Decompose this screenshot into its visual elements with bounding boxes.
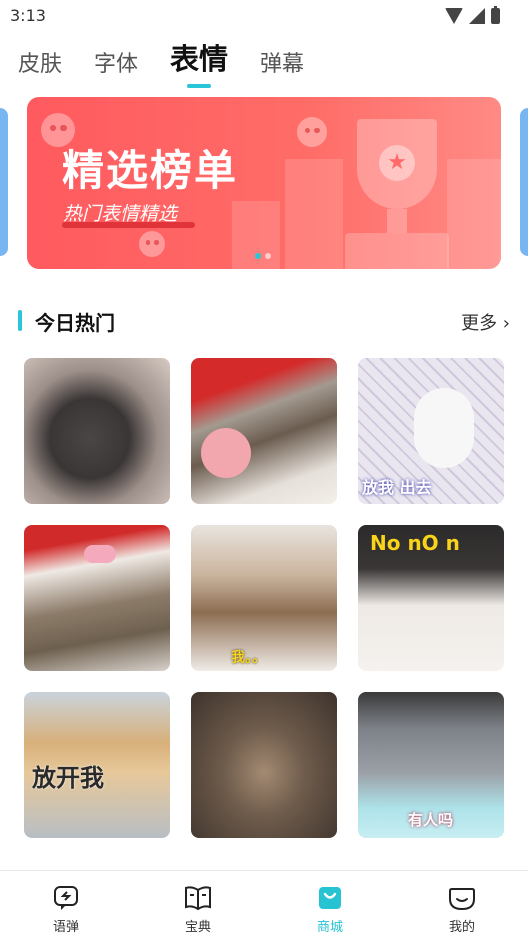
nav-label: 语弹: [52, 920, 79, 935]
banner-subtitle: 热门表情精选: [63, 203, 178, 225]
sticker-tile[interactable]: 有人吗: [358, 692, 504, 838]
sticker-tile[interactable]: [24, 525, 170, 671]
more-link[interactable]: 更多 ›: [461, 309, 510, 335]
banner-next-peek[interactable]: [520, 108, 528, 256]
sticker-tile[interactable]: [191, 358, 337, 504]
sticker-tile[interactable]: No nO n: [358, 525, 504, 671]
banner-decor-bar: [285, 159, 343, 269]
emoji-face-icon: [139, 231, 165, 257]
carousel-dot: [255, 253, 261, 259]
tab-danmaku[interactable]: 弹幕: [260, 46, 304, 88]
star-icon: ★: [379, 145, 415, 181]
trophy-stem: [387, 209, 407, 233]
sticker-caption: 放开我: [32, 764, 104, 792]
sticker-tile[interactable]: 放开我: [24, 692, 170, 838]
tab-sticker[interactable]: 表情: [170, 36, 228, 88]
tab-font[interactable]: 字体: [94, 46, 138, 88]
book-icon: [184, 885, 212, 911]
sticker-caption: 我。。: [231, 650, 266, 666]
flower-shape: [201, 428, 251, 478]
sticker-caption: No nO n: [370, 531, 460, 555]
bottom-navigation: 语弹 宝典 商城 我的: [0, 870, 528, 940]
sticker-tile[interactable]: [24, 358, 170, 504]
sticker-tile[interactable]: [191, 692, 337, 838]
nav-label: 商城: [316, 920, 343, 935]
status-time: 3:13: [10, 6, 46, 25]
sticker-caption: 有人吗: [408, 811, 454, 829]
nav-label: 宝典: [184, 920, 211, 935]
dog-shape: [414, 388, 474, 468]
nav-item-baodian[interactable]: 宝典: [132, 871, 264, 940]
sticker-tile[interactable]: 放我 出去: [358, 358, 504, 504]
category-tabs: 皮肤 字体 表情 弹幕: [18, 38, 336, 88]
nav-item-yudan[interactable]: 语弹: [0, 871, 132, 940]
emoji-face-icon: [297, 117, 327, 147]
banner-decor-bar: [447, 159, 501, 269]
featured-banner[interactable]: ★ 精选榜单 热门表情精选: [27, 97, 501, 269]
section-accent-bar: [18, 310, 22, 331]
message-icon: [52, 885, 80, 911]
status-icons: [445, 6, 500, 25]
bow-shape: [84, 545, 116, 563]
signal-icon: [469, 8, 485, 24]
sticker-tile[interactable]: 我。。: [191, 525, 337, 671]
carousel-dot: [265, 253, 271, 259]
tab-skin[interactable]: 皮肤: [18, 46, 62, 88]
nav-label: 我的: [448, 920, 475, 935]
nav-item-shop[interactable]: 商城: [264, 871, 396, 940]
banner-prev-peek[interactable]: [0, 108, 8, 256]
status-bar: 3:13: [0, 0, 528, 32]
nav-item-mine[interactable]: 我的: [396, 871, 528, 940]
wifi-icon: [445, 8, 463, 24]
trophy-base: [345, 233, 449, 269]
shopping-bag-icon: [316, 885, 344, 911]
smile-face-icon: [448, 885, 476, 911]
banner-title: 精选榜单: [62, 146, 239, 195]
section-title: 今日热门: [35, 311, 115, 335]
carousel-indicator: [255, 253, 271, 259]
sticker-caption: 放我 出去: [362, 478, 432, 497]
battery-icon: [491, 6, 500, 24]
